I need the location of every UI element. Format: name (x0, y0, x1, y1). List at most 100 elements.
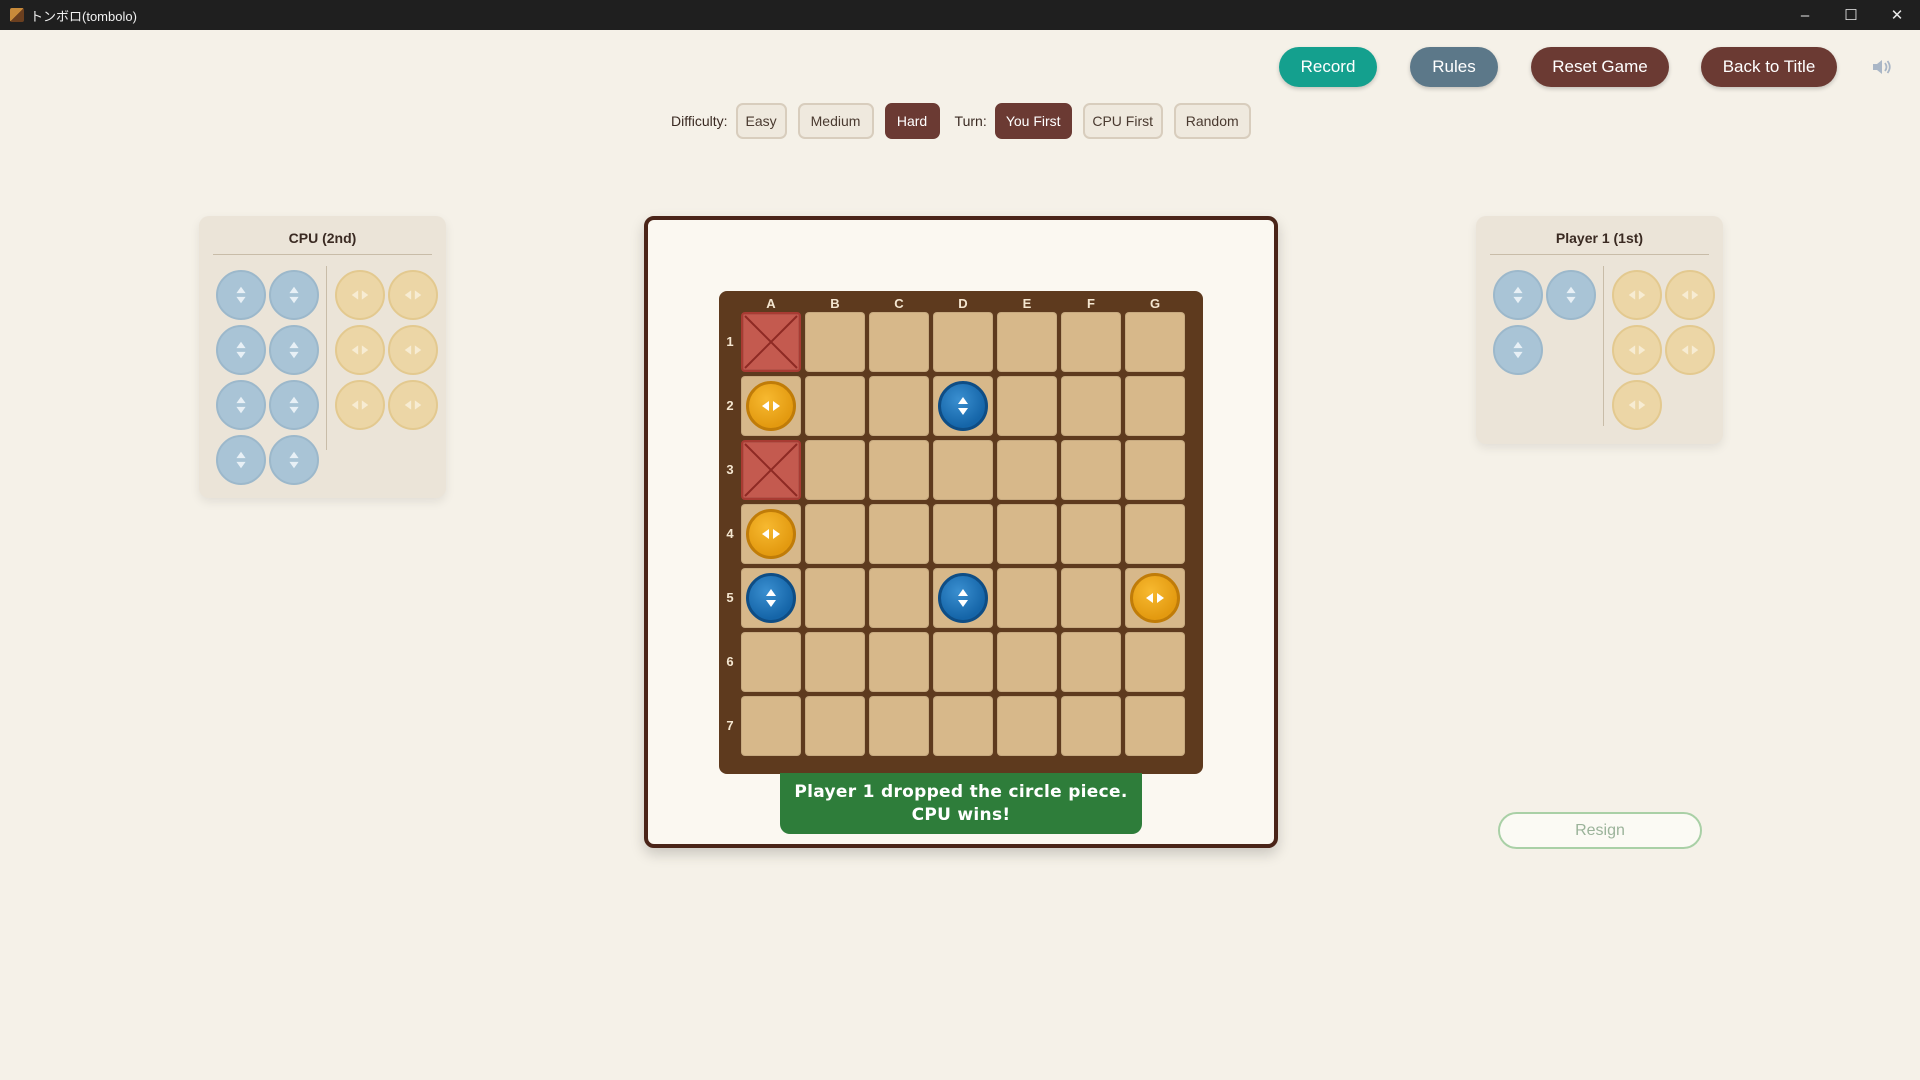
board-cell-f2[interactable] (1061, 376, 1121, 436)
back-to-title-button[interactable]: Back to Title (1701, 47, 1837, 87)
reset-game-button[interactable]: Reset Game (1531, 47, 1669, 87)
board-cell-a4[interactable] (741, 504, 801, 564)
row-label-1: 1 (726, 334, 734, 349)
board-cell-b4[interactable] (805, 504, 865, 564)
stock-horizontal-piece-icon[interactable] (335, 325, 385, 375)
board-cell-a7[interactable] (741, 696, 801, 756)
board-cell-a3[interactable] (741, 440, 801, 500)
stock-horizontal-piece-icon[interactable] (1665, 325, 1715, 375)
difficulty-medium-button[interactable]: Medium (797, 103, 874, 139)
stock-horizontal-piece-icon[interactable] (1612, 380, 1662, 430)
row-label-7: 7 (726, 718, 734, 733)
panel-divider (213, 254, 432, 255)
board-cell-e5[interactable] (997, 568, 1057, 628)
board-cell-g4[interactable] (1125, 504, 1185, 564)
record-button[interactable]: Record (1279, 47, 1377, 87)
column-label-g: G (1149, 296, 1161, 311)
board-cell-b7[interactable] (805, 696, 865, 756)
turn-cpu-first-button[interactable]: CPU First (1082, 103, 1163, 139)
stock-vertical-piece-icon[interactable] (1493, 325, 1543, 375)
board-cell-e3[interactable] (997, 440, 1057, 500)
board-cell-c1[interactable] (869, 312, 929, 372)
board-cell-c7[interactable] (869, 696, 929, 756)
board-cell-d2[interactable] (933, 376, 993, 436)
board-cell-f6[interactable] (1061, 632, 1121, 692)
board-cell-d3[interactable] (933, 440, 993, 500)
board-cell-e4[interactable] (997, 504, 1057, 564)
minimize-icon[interactable]: – (1782, 0, 1828, 30)
board-cell-a6[interactable] (741, 632, 801, 692)
stock-horizontal-piece-icon[interactable] (1612, 325, 1662, 375)
board-cell-d7[interactable] (933, 696, 993, 756)
stock-horizontal-piece-icon[interactable] (388, 325, 438, 375)
stock-vertical-piece-icon[interactable] (269, 325, 319, 375)
board-cell-g2[interactable] (1125, 376, 1185, 436)
stock-horizontal-piece-icon[interactable] (1665, 270, 1715, 320)
stock-horizontal-piece-icon[interactable] (335, 270, 385, 320)
speaker-icon[interactable] (1871, 58, 1893, 76)
stock-vertical-piece-icon[interactable] (269, 270, 319, 320)
board-cell-g1[interactable] (1125, 312, 1185, 372)
board-cell-g3[interactable] (1125, 440, 1185, 500)
board-cell-e2[interactable] (997, 376, 1057, 436)
board-cell-d6[interactable] (933, 632, 993, 692)
board-cell-f3[interactable] (1061, 440, 1121, 500)
board-cell-d1[interactable] (933, 312, 993, 372)
close-icon[interactable]: ✕ (1874, 0, 1920, 30)
cpu-panel-title: CPU (2nd) (288, 230, 357, 246)
stock-vertical-piece-icon[interactable] (216, 270, 266, 320)
board-cell-b2[interactable] (805, 376, 865, 436)
board-cell-c4[interactable] (869, 504, 929, 564)
board-cell-f4[interactable] (1061, 504, 1121, 564)
vertical-piece-icon (746, 573, 796, 623)
board-cell-e1[interactable] (997, 312, 1057, 372)
stock-vertical-piece-icon[interactable] (216, 435, 266, 485)
stock-vertical-piece-icon[interactable] (269, 435, 319, 485)
board-cell-a2[interactable] (741, 376, 801, 436)
board-cell-f1[interactable] (1061, 312, 1121, 372)
stock-horizontal-piece-icon[interactable] (388, 270, 438, 320)
board-cell-g7[interactable] (1125, 696, 1185, 756)
turn-label: Turn: (954, 113, 987, 129)
maximize-icon[interactable]: ☐ (1828, 0, 1874, 30)
board-cell-a5[interactable] (741, 568, 801, 628)
board-cell-c3[interactable] (869, 440, 929, 500)
player-panel-title: Player 1 (1st) (1555, 230, 1644, 246)
horizontal-piece-icon (1130, 573, 1180, 623)
board-cell-g5[interactable] (1125, 568, 1185, 628)
board-cell-e7[interactable] (997, 696, 1057, 756)
stock-vertical-piece-icon[interactable] (269, 380, 319, 430)
board-cell-b5[interactable] (805, 568, 865, 628)
stock-vertical-piece-icon[interactable] (1546, 270, 1596, 320)
board-cell-e6[interactable] (997, 632, 1057, 692)
board-cell-d4[interactable] (933, 504, 993, 564)
board-cell-b3[interactable] (805, 440, 865, 500)
board-cell-c5[interactable] (869, 568, 929, 628)
board-cell-b1[interactable] (805, 312, 865, 372)
status-banner: Player 1 dropped the circle piece. CPU w… (780, 773, 1142, 834)
turn-you-first-button[interactable]: You First (994, 103, 1072, 139)
row-label-4: 4 (726, 526, 734, 541)
board-cell-a1[interactable] (741, 312, 801, 372)
stock-vertical-piece-icon[interactable] (216, 380, 266, 430)
stock-horizontal-piece-icon[interactable] (388, 380, 438, 430)
board-cell-b6[interactable] (805, 632, 865, 692)
board-cell-c6[interactable] (869, 632, 929, 692)
difficulty-hard-button[interactable]: Hard (884, 103, 940, 139)
turn-random-button[interactable]: Random (1173, 103, 1251, 139)
board-cell-c2[interactable] (869, 376, 929, 436)
column-label-c: C (894, 296, 904, 311)
window-titlebar: トンボロ(tombolo) – ☐ ✕ (0, 0, 1920, 30)
rules-button[interactable]: Rules (1410, 47, 1498, 87)
board-cell-d5[interactable] (933, 568, 993, 628)
board-cell-f5[interactable] (1061, 568, 1121, 628)
player-piece-panel: Player 1 (1st) (1476, 216, 1723, 444)
stock-vertical-piece-icon[interactable] (216, 325, 266, 375)
board-cell-f7[interactable] (1061, 696, 1121, 756)
difficulty-easy-button[interactable]: Easy (735, 103, 787, 139)
stock-vertical-piece-icon[interactable] (1493, 270, 1543, 320)
stock-horizontal-piece-icon[interactable] (335, 380, 385, 430)
resign-button[interactable]: Resign (1498, 812, 1702, 849)
board-cell-g6[interactable] (1125, 632, 1185, 692)
stock-horizontal-piece-icon[interactable] (1612, 270, 1662, 320)
